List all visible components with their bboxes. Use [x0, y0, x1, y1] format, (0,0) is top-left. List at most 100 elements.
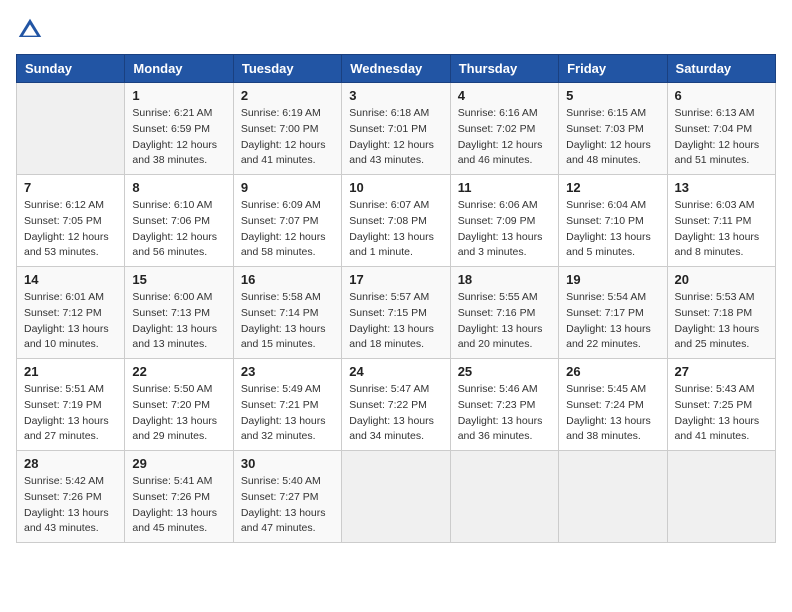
day-cell: 4 Sunrise: 6:16 AM Sunset: 7:02 PM Daylig… [450, 83, 558, 175]
day-number: 22 [132, 364, 225, 379]
day-cell: 27 Sunrise: 5:43 AM Sunset: 7:25 PM Dayli… [667, 359, 775, 451]
day-number: 2 [241, 88, 334, 103]
day-info: Sunrise: 5:41 AM Sunset: 7:26 PM Dayligh… [132, 474, 225, 537]
day-number: 8 [132, 180, 225, 195]
day-cell: 15 Sunrise: 6:00 AM Sunset: 7:13 PM Dayli… [125, 267, 233, 359]
logo-icon [16, 16, 44, 44]
day-info: Sunrise: 6:01 AM Sunset: 7:12 PM Dayligh… [24, 290, 117, 353]
day-number: 3 [349, 88, 442, 103]
day-cell: 8 Sunrise: 6:10 AM Sunset: 7:06 PM Daylig… [125, 175, 233, 267]
day-info: Sunrise: 6:18 AM Sunset: 7:01 PM Dayligh… [349, 106, 442, 169]
day-cell [450, 451, 558, 543]
day-number: 4 [458, 88, 551, 103]
day-info: Sunrise: 6:13 AM Sunset: 7:04 PM Dayligh… [675, 106, 768, 169]
week-row-4: 21 Sunrise: 5:51 AM Sunset: 7:19 PM Dayli… [17, 359, 776, 451]
day-info: Sunrise: 6:00 AM Sunset: 7:13 PM Dayligh… [132, 290, 225, 353]
day-info: Sunrise: 5:40 AM Sunset: 7:27 PM Dayligh… [241, 474, 334, 537]
day-number: 14 [24, 272, 117, 287]
day-number: 21 [24, 364, 117, 379]
day-cell: 6 Sunrise: 6:13 AM Sunset: 7:04 PM Daylig… [667, 83, 775, 175]
day-cell: 2 Sunrise: 6:19 AM Sunset: 7:00 PM Daylig… [233, 83, 341, 175]
day-number: 10 [349, 180, 442, 195]
calendar-header: SundayMondayTuesdayWednesdayThursdayFrid… [17, 55, 776, 83]
day-info: Sunrise: 6:07 AM Sunset: 7:08 PM Dayligh… [349, 198, 442, 261]
day-cell: 7Sunrise: 6:12 AM Sunset: 7:05 PM Daylig… [17, 175, 125, 267]
day-number: 19 [566, 272, 659, 287]
week-row-1: 1 Sunrise: 6:21 AM Sunset: 6:59 PM Daylig… [17, 83, 776, 175]
day-info: Sunrise: 5:46 AM Sunset: 7:23 PM Dayligh… [458, 382, 551, 445]
header-cell-thursday: Thursday [450, 55, 558, 83]
day-number: 15 [132, 272, 225, 287]
day-cell: 14 Sunrise: 6:01 AM Sunset: 7:12 PM Dayli… [17, 267, 125, 359]
calendar-body: 1 Sunrise: 6:21 AM Sunset: 6:59 PM Daylig… [17, 83, 776, 543]
day-info: Sunrise: 5:43 AM Sunset: 7:25 PM Dayligh… [675, 382, 768, 445]
day-info: Sunrise: 6:03 AM Sunset: 7:11 PM Dayligh… [675, 198, 768, 261]
day-cell: 22 Sunrise: 5:50 AM Sunset: 7:20 PM Dayli… [125, 359, 233, 451]
day-cell: 16Sunrise: 5:58 AM Sunset: 7:14 PM Dayli… [233, 267, 341, 359]
logo [16, 16, 48, 44]
day-cell: 23Sunrise: 5:49 AM Sunset: 7:21 PM Dayli… [233, 359, 341, 451]
day-number: 7 [24, 180, 117, 195]
day-number: 26 [566, 364, 659, 379]
day-cell [342, 451, 450, 543]
day-cell: 24 Sunrise: 5:47 AM Sunset: 7:22 PM Dayli… [342, 359, 450, 451]
day-cell [667, 451, 775, 543]
day-cell: 28Sunrise: 5:42 AM Sunset: 7:26 PM Dayli… [17, 451, 125, 543]
day-number: 27 [675, 364, 768, 379]
day-info: Sunrise: 6:10 AM Sunset: 7:06 PM Dayligh… [132, 198, 225, 261]
day-info: Sunrise: 5:53 AM Sunset: 7:18 PM Dayligh… [675, 290, 768, 353]
header-cell-friday: Friday [559, 55, 667, 83]
day-cell: 30Sunrise: 5:40 AM Sunset: 7:27 PM Dayli… [233, 451, 341, 543]
day-number: 12 [566, 180, 659, 195]
day-info: Sunrise: 5:57 AM Sunset: 7:15 PM Dayligh… [349, 290, 442, 353]
header-row: SundayMondayTuesdayWednesdayThursdayFrid… [17, 55, 776, 83]
day-info: Sunrise: 6:19 AM Sunset: 7:00 PM Dayligh… [241, 106, 334, 169]
header-cell-sunday: Sunday [17, 55, 125, 83]
day-number: 17 [349, 272, 442, 287]
day-number: 13 [675, 180, 768, 195]
day-info: Sunrise: 6:15 AM Sunset: 7:03 PM Dayligh… [566, 106, 659, 169]
day-number: 1 [132, 88, 225, 103]
day-info: Sunrise: 5:50 AM Sunset: 7:20 PM Dayligh… [132, 382, 225, 445]
day-cell: 11 Sunrise: 6:06 AM Sunset: 7:09 PM Dayli… [450, 175, 558, 267]
day-info: Sunrise: 6:09 AM Sunset: 7:07 PM Dayligh… [241, 198, 334, 261]
week-row-3: 14 Sunrise: 6:01 AM Sunset: 7:12 PM Dayli… [17, 267, 776, 359]
day-number: 24 [349, 364, 442, 379]
week-row-2: 7Sunrise: 6:12 AM Sunset: 7:05 PM Daylig… [17, 175, 776, 267]
header [16, 16, 776, 44]
day-number: 11 [458, 180, 551, 195]
day-cell: 10 Sunrise: 6:07 AM Sunset: 7:08 PM Dayli… [342, 175, 450, 267]
day-cell: 13 Sunrise: 6:03 AM Sunset: 7:11 PM Dayli… [667, 175, 775, 267]
week-row-5: 28Sunrise: 5:42 AM Sunset: 7:26 PM Dayli… [17, 451, 776, 543]
day-info: Sunrise: 5:47 AM Sunset: 7:22 PM Dayligh… [349, 382, 442, 445]
day-number: 5 [566, 88, 659, 103]
header-cell-monday: Monday [125, 55, 233, 83]
header-cell-tuesday: Tuesday [233, 55, 341, 83]
day-number: 6 [675, 88, 768, 103]
day-cell: 3 Sunrise: 6:18 AM Sunset: 7:01 PM Daylig… [342, 83, 450, 175]
day-info: Sunrise: 6:21 AM Sunset: 6:59 PM Dayligh… [132, 106, 225, 169]
day-info: Sunrise: 5:55 AM Sunset: 7:16 PM Dayligh… [458, 290, 551, 353]
day-number: 20 [675, 272, 768, 287]
day-cell: 5 Sunrise: 6:15 AM Sunset: 7:03 PM Daylig… [559, 83, 667, 175]
day-info: Sunrise: 6:16 AM Sunset: 7:02 PM Dayligh… [458, 106, 551, 169]
calendar-table: SundayMondayTuesdayWednesdayThursdayFrid… [16, 54, 776, 543]
day-info: Sunrise: 5:45 AM Sunset: 7:24 PM Dayligh… [566, 382, 659, 445]
day-cell: 17 Sunrise: 5:57 AM Sunset: 7:15 PM Dayli… [342, 267, 450, 359]
day-cell: 26 Sunrise: 5:45 AM Sunset: 7:24 PM Dayli… [559, 359, 667, 451]
day-cell [17, 83, 125, 175]
day-cell: 9 Sunrise: 6:09 AM Sunset: 7:07 PM Daylig… [233, 175, 341, 267]
day-info: Sunrise: 5:54 AM Sunset: 7:17 PM Dayligh… [566, 290, 659, 353]
day-number: 28 [24, 456, 117, 471]
header-cell-saturday: Saturday [667, 55, 775, 83]
day-number: 9 [241, 180, 334, 195]
day-info: Sunrise: 5:51 AM Sunset: 7:19 PM Dayligh… [24, 382, 117, 445]
day-number: 23 [241, 364, 334, 379]
day-cell: 12Sunrise: 6:04 AM Sunset: 7:10 PM Dayli… [559, 175, 667, 267]
day-cell: 21 Sunrise: 5:51 AM Sunset: 7:19 PM Dayli… [17, 359, 125, 451]
day-number: 29 [132, 456, 225, 471]
header-cell-wednesday: Wednesday [342, 55, 450, 83]
day-number: 25 [458, 364, 551, 379]
day-cell: 19 Sunrise: 5:54 AM Sunset: 7:17 PM Dayli… [559, 267, 667, 359]
day-info: Sunrise: 6:06 AM Sunset: 7:09 PM Dayligh… [458, 198, 551, 261]
